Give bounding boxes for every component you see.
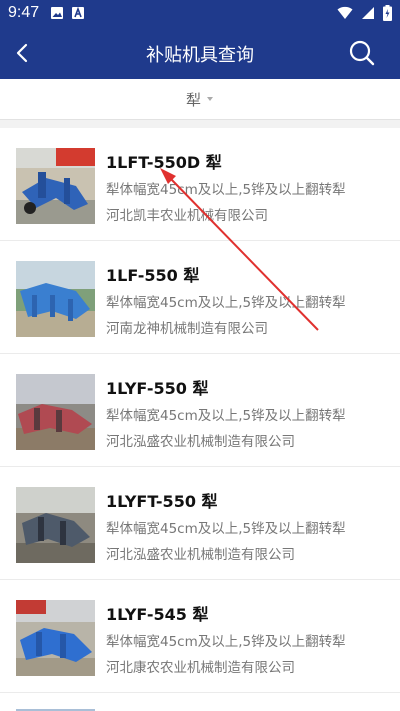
equipment-model: 1LYF-550 犁 bbox=[106, 379, 209, 398]
signal-icon bbox=[362, 7, 374, 19]
equipment-thumbnail bbox=[16, 487, 95, 563]
equipment-model: 1LYFT-550 犁 bbox=[106, 492, 218, 511]
equipment-thumbnail bbox=[16, 148, 95, 224]
equipment-list: 1LFT-550D 犁 犁体幅宽45cm及以上,5铧及以上翻转犁 河北凯丰农业机… bbox=[0, 128, 400, 711]
status-time: 9:47 bbox=[8, 4, 40, 21]
equipment-description: 犁体幅宽45cm及以上,5铧及以上翻转犁 bbox=[106, 182, 346, 198]
equipment-model: 1LYF-545 犁 bbox=[106, 605, 209, 624]
list-item[interactable]: 1LF-550 犁 犁体幅宽45cm及以上,5铧及以上翻转犁 河南龙神机械制造有… bbox=[0, 241, 400, 354]
search-icon bbox=[349, 40, 375, 66]
list-item[interactable] bbox=[0, 693, 400, 711]
category-filter-label: 犁 bbox=[186, 91, 202, 109]
list-item[interactable]: 1LYFT-550 犁 犁体幅宽45cm及以上,5铧及以上翻转犁 河北泓盛农业机… bbox=[0, 467, 400, 580]
status-bar: 9:47 bbox=[0, 0, 400, 27]
dropdown-caret-icon bbox=[207, 97, 213, 101]
image-icon bbox=[51, 7, 63, 19]
equipment-thumbnail bbox=[16, 374, 95, 450]
equipment-manufacturer: 河南龙神机械制造有限公司 bbox=[106, 321, 268, 337]
equipment-model: 1LFT-550D 犁 bbox=[106, 153, 222, 172]
equipment-manufacturer: 河北凯丰农业机械有限公司 bbox=[106, 208, 268, 224]
search-button[interactable] bbox=[348, 39, 376, 67]
equipment-description: 犁体幅宽45cm及以上,5铧及以上翻转犁 bbox=[106, 295, 346, 311]
list-item[interactable]: 1LFT-550D 犁 犁体幅宽45cm及以上,5铧及以上翻转犁 河北凯丰农业机… bbox=[0, 128, 400, 241]
equipment-description: 犁体幅宽45cm及以上,5铧及以上翻转犁 bbox=[106, 634, 346, 650]
category-filter[interactable]: 犁 bbox=[0, 79, 400, 120]
equipment-description: 犁体幅宽45cm及以上,5铧及以上翻转犁 bbox=[106, 521, 346, 537]
equipment-model: 1LF-550 犁 bbox=[106, 266, 200, 285]
equipment-thumbnail bbox=[16, 600, 95, 676]
list-item[interactable]: 1LYF-550 犁 犁体幅宽45cm及以上,5铧及以上翻转犁 河北泓盛农业机械… bbox=[0, 354, 400, 467]
battery-icon bbox=[383, 5, 392, 21]
header-bar: 补贴机具查询 bbox=[0, 27, 400, 79]
wifi-icon bbox=[337, 6, 353, 19]
a-badge-icon bbox=[72, 6, 84, 19]
equipment-thumbnail bbox=[16, 261, 95, 337]
page-title: 补贴机具查询 bbox=[146, 45, 254, 66]
equipment-manufacturer: 河北泓盛农业机械制造有限公司 bbox=[106, 547, 295, 563]
equipment-manufacturer: 河北康农农业机械制造有限公司 bbox=[106, 660, 295, 676]
list-item[interactable]: 1LYF-545 犁 犁体幅宽45cm及以上,5铧及以上翻转犁 河北康农农业机械… bbox=[0, 580, 400, 693]
equipment-manufacturer: 河北泓盛农业机械制造有限公司 bbox=[106, 434, 295, 450]
equipment-description: 犁体幅宽45cm及以上,5铧及以上翻转犁 bbox=[106, 408, 346, 424]
